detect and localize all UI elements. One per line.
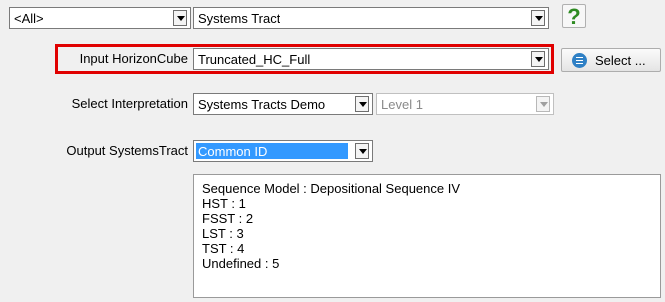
filter-combo[interactable]: <All> — [9, 7, 191, 29]
chevron-down-icon[interactable] — [531, 10, 545, 26]
chevron-down-icon[interactable] — [355, 143, 369, 159]
question-mark-icon: ? — [567, 4, 581, 29]
interpretation-combo[interactable]: Systems Tracts Demo — [193, 93, 373, 115]
info-line: FSST : 2 — [202, 211, 254, 226]
chevron-down-icon[interactable] — [173, 10, 187, 26]
info-line: LST : 3 — [202, 226, 244, 241]
level-combo: Level 1 — [376, 93, 554, 115]
list-icon — [572, 53, 587, 68]
chevron-down-icon[interactable] — [531, 51, 545, 67]
output-label: Output SystemsTract — [66, 143, 188, 158]
filter-combo-value: <All> — [14, 11, 44, 26]
select-button-label: Select ... — [595, 53, 646, 68]
chevron-down-icon — [536, 96, 550, 112]
interpretation-label: Select Interpretation — [71, 96, 188, 111]
output-combo[interactable]: Common ID — [193, 140, 373, 162]
type-combo-value: Systems Tract — [198, 11, 281, 26]
output-value: Common ID — [198, 144, 268, 159]
info-line: HST : 1 — [202, 196, 246, 211]
interpretation-value: Systems Tracts Demo — [198, 97, 326, 112]
input-horizon-label: Input HorizonCube — [79, 51, 188, 66]
type-combo[interactable]: Systems Tract — [193, 7, 549, 29]
input-horizon-value: Truncated_HC_Full — [198, 52, 311, 67]
chevron-down-icon[interactable] — [355, 96, 369, 112]
info-line: Sequence Model : Depositional Sequence I… — [202, 181, 461, 196]
info-line: Undefined : 5 — [202, 256, 280, 271]
sequence-info-box[interactable]: Sequence Model : Depositional Sequence I… — [193, 174, 661, 298]
help-button[interactable]: ? — [562, 4, 586, 29]
input-horizon-combo[interactable]: Truncated_HC_Full — [193, 48, 549, 70]
select-button[interactable]: Select ... — [561, 48, 661, 72]
info-line: TST : 4 — [202, 241, 245, 256]
level-value: Level 1 — [381, 97, 423, 112]
